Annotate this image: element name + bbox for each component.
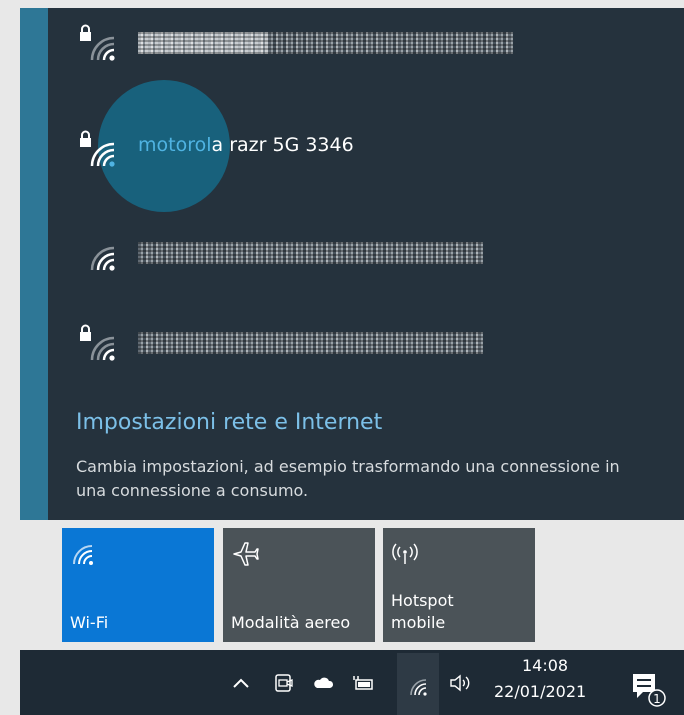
speaker-volume-icon[interactable] xyxy=(448,672,470,694)
wifi-toggle-button[interactable]: Wi-Fi xyxy=(62,528,214,642)
mobile-hotspot-button[interactable]: Hotspot mobile xyxy=(383,528,535,642)
wifi-secured-icon xyxy=(80,24,115,61)
wifi-toggle-label: Wi-Fi xyxy=(70,613,109,632)
desktop-edge xyxy=(0,0,20,715)
obscured-network-name xyxy=(138,32,268,54)
wifi-secured-icon xyxy=(80,130,115,167)
obscured-network-name xyxy=(138,332,483,354)
clock-date[interactable]: 22/01/2021 xyxy=(494,682,586,701)
airplane-mode-label: Modalità aereo xyxy=(231,613,351,632)
accent-strip xyxy=(20,8,48,520)
network-settings-description: Cambia impostazioni, ad esempio trasform… xyxy=(76,457,620,500)
network-item-motorola[interactable]: motorola razr 5G 3346 xyxy=(48,114,684,194)
notification-count: 1 xyxy=(653,692,661,706)
mobile-hotspot-label: Hotspot mobile xyxy=(391,591,454,632)
obscured-network-name xyxy=(138,242,483,264)
taskbar: 14:08 22/01/2021 1 xyxy=(20,650,684,715)
airplane-mode-button[interactable]: Modalità aereo xyxy=(223,528,375,642)
battery-icon[interactable] xyxy=(352,672,374,694)
network-name: motorola razr 5G 3346 xyxy=(138,134,354,156)
show-hidden-icons-chevron-icon[interactable] xyxy=(230,672,252,694)
network-settings-link[interactable]: Impostazioni rete e Internet xyxy=(76,410,382,435)
network-flyout: motorola razr 5G 3346 Impostazioni rete … xyxy=(48,8,684,520)
obscured-network-name xyxy=(268,32,513,54)
network-name-rest: a razr 5G 3346 xyxy=(211,134,354,156)
meet-now-icon[interactable] xyxy=(273,672,295,694)
wifi-icon xyxy=(90,246,115,271)
hotspot-icon xyxy=(392,543,418,564)
network-item[interactable] xyxy=(48,218,684,298)
network-item[interactable] xyxy=(48,8,684,88)
network-tray-button[interactable] xyxy=(397,653,439,715)
clock-time[interactable]: 14:08 xyxy=(522,656,568,675)
wifi-icon xyxy=(410,679,427,696)
airplane-icon xyxy=(233,542,259,566)
action-center-notification-icon[interactable]: 1 xyxy=(627,668,667,708)
network-item[interactable] xyxy=(48,308,684,388)
wifi-icon xyxy=(73,545,93,565)
onedrive-cloud-icon[interactable] xyxy=(312,672,334,694)
wifi-secured-icon xyxy=(80,324,115,361)
network-name-highlight: motorol xyxy=(138,134,212,156)
